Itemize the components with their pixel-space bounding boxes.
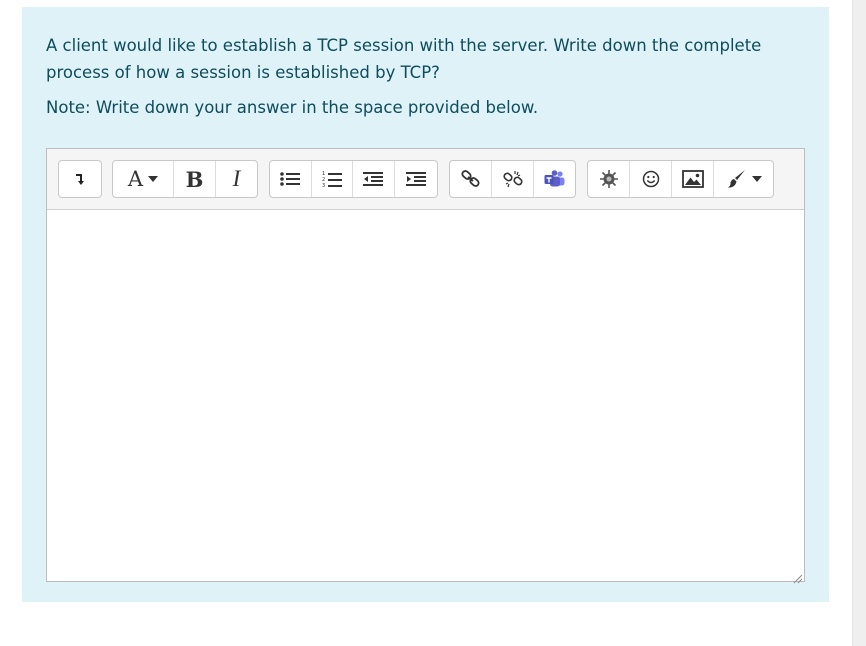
toolbar-group-style: A B I — [112, 160, 258, 198]
unlink-button[interactable] — [492, 161, 534, 197]
paint-brush-button[interactable] — [714, 161, 773, 197]
ordered-list-icon: 1 2 3 — [322, 170, 342, 188]
toolbar-group-lists: 1 2 3 — [269, 160, 438, 198]
bold-icon: B — [185, 166, 204, 192]
teams-icon — [544, 170, 566, 188]
toolbar-toggle-icon — [74, 172, 86, 186]
toolbar-toggle-button[interactable] — [59, 161, 101, 197]
font-style-button[interactable]: A — [113, 161, 174, 197]
equation-icon — [599, 169, 619, 189]
emoji-button[interactable] — [630, 161, 672, 197]
link-icon — [460, 170, 481, 188]
link-button[interactable] — [450, 161, 492, 197]
question-text: A client would like to establish a TCP s… — [46, 36, 762, 82]
ordered-list-button[interactable]: 1 2 3 — [312, 161, 353, 197]
resize-handle-icon[interactable] — [792, 569, 803, 584]
outdent-button[interactable] — [353, 161, 395, 197]
svg-text:3: 3 — [322, 183, 325, 188]
toolbar-group-collapse — [58, 160, 102, 198]
emoji-icon — [642, 170, 660, 188]
chevron-down-icon — [752, 176, 762, 182]
unlink-icon — [502, 170, 523, 188]
editor-toolbar: A B I 1 2 3 — [47, 149, 804, 210]
unordered-list-button[interactable] — [270, 161, 312, 197]
bold-button[interactable]: B — [174, 161, 216, 197]
unordered-list-icon — [280, 171, 301, 187]
teams-meeting-button[interactable] — [534, 161, 575, 197]
font-style-icon: A — [127, 167, 144, 191]
equation-button[interactable] — [588, 161, 630, 197]
question-note: Note: Write down your answer in the spac… — [46, 98, 539, 117]
paint-brush-icon — [725, 169, 747, 189]
rich-text-editor: A B I 1 2 3 — [46, 148, 805, 584]
answer-textarea[interactable] — [47, 210, 804, 581]
italic-button[interactable]: I — [216, 161, 257, 197]
image-icon — [681, 170, 704, 188]
chevron-down-icon — [148, 176, 159, 182]
indent-icon — [405, 171, 426, 187]
toolbar-group-insert — [587, 160, 774, 198]
indent-button[interactable] — [395, 161, 437, 197]
page: A client would like to establish a TCP s… — [0, 0, 866, 646]
page-scrollbar[interactable] — [852, 0, 866, 646]
italic-icon: I — [232, 166, 241, 191]
outdent-icon — [363, 171, 384, 187]
toolbar-group-links — [449, 160, 576, 198]
insert-image-button[interactable] — [672, 161, 714, 197]
question-panel: A client would like to establish a TCP s… — [22, 7, 829, 602]
